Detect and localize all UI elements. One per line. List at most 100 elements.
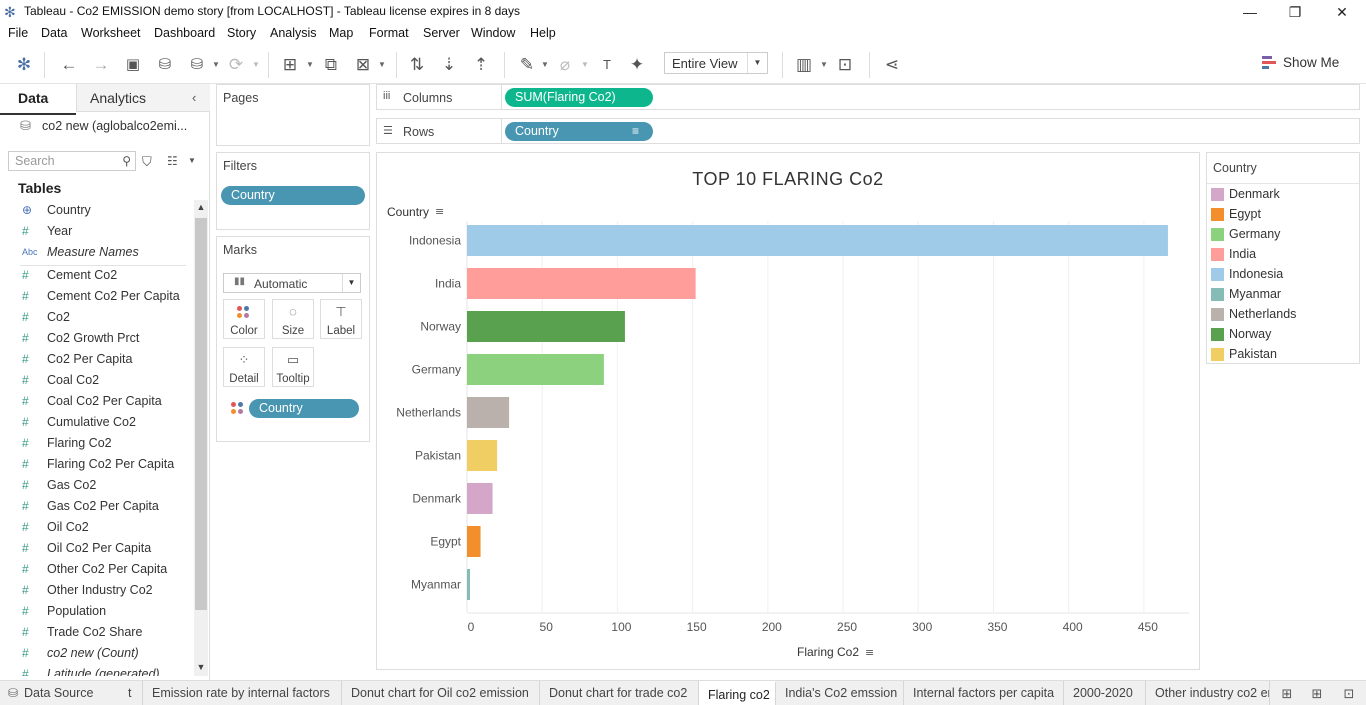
size-button[interactable]: ◌ Size — [272, 299, 314, 339]
label-button[interactable]: ⊤ Label — [320, 299, 362, 339]
chevron-down-icon[interactable]: ▼ — [212, 61, 220, 69]
bar[interactable] — [467, 354, 604, 385]
field-item-gas-co2[interactable]: # Gas Co2 — [0, 475, 194, 496]
field-item-co2-per-capita[interactable]: # Co2 Per Capita — [0, 349, 194, 370]
field-item-coal-co2-per-capita[interactable]: # Coal Co2 Per Capita — [0, 391, 194, 412]
pause-updates-icon[interactable]: ⛁ — [186, 54, 208, 76]
list-view-icon[interactable]: ☷ — [167, 154, 178, 168]
minimize-icon[interactable]: — — [1240, 2, 1260, 22]
swap-rows-columns-icon[interactable]: ⇅ — [406, 54, 428, 76]
bar-chart[interactable]: Country ≡ Indonesia India Norway Germany Nethe… — [377, 153, 1199, 669]
new-worksheet-icon[interactable]: ⊞ — [279, 54, 301, 76]
close-icon[interactable]: ✕ — [1332, 2, 1352, 22]
tab-donut-oil[interactable]: Donut chart for Oil co2 emission — [342, 681, 540, 705]
menu-server[interactable]: Server — [423, 26, 460, 40]
sort-descending-icon[interactable]: ⇡ — [470, 54, 492, 76]
view-canvas[interactable]: TOP 10 FLARING Co2 Country ≡ Indonesia Indi… — [376, 152, 1200, 670]
menu-analysis[interactable]: Analysis — [270, 26, 317, 40]
field-item-co2-new-count[interactable]: # co2 new (Count) — [0, 643, 194, 664]
tab-flaring-co2[interactable]: Flaring co2 — [699, 681, 776, 705]
chevron-down-icon[interactable]: ▼ — [378, 61, 386, 69]
tab-data[interactable]: Data — [18, 90, 48, 106]
duplicate-sheet-icon[interactable]: ⧉ — [320, 54, 342, 76]
legend-item[interactable]: Pakistan — [1211, 345, 1357, 363]
field-item-cement-co2-per-capita[interactable]: # Cement Co2 Per Capita — [0, 286, 194, 307]
restore-icon[interactable]: ❐ — [1285, 2, 1305, 22]
field-item-gas-co2-per-capita[interactable]: # Gas Co2 Per Capita — [0, 496, 194, 517]
tooltip-button[interactable]: ▭ Tooltip — [272, 347, 314, 387]
field-item-flaring-co2-per-capita[interactable]: # Flaring Co2 Per Capita — [0, 454, 194, 475]
share-icon[interactable]: ⋖ — [881, 54, 903, 76]
field-item-population[interactable]: # Population — [0, 601, 194, 622]
fix-axes-icon[interactable]: ✦ — [626, 54, 648, 76]
field-item-cumulative-co2[interactable]: # Cumulative Co2 — [0, 412, 194, 433]
legend-item[interactable]: Netherlands — [1211, 305, 1357, 323]
marks-pill-country[interactable]: Country — [249, 399, 359, 418]
columns-pill-flaring-co2[interactable]: SUM(Flaring Co2) — [505, 88, 653, 107]
field-item-flaring-co2[interactable]: # Flaring Co2 — [0, 433, 194, 454]
filters-card[interactable]: Filters Country — [216, 152, 370, 230]
tab-india-co2[interactable]: India's Co2 emssion — [776, 681, 904, 705]
legend-item[interactable]: Denmark — [1211, 185, 1357, 203]
legend-item[interactable]: Norway — [1211, 325, 1357, 343]
refresh-icon[interactable]: ⟳ — [225, 54, 247, 76]
legend-item[interactable]: Myanmar — [1211, 285, 1357, 303]
highlight-icon[interactable]: ✎ — [516, 54, 538, 76]
tab-sheet-truncated[interactable]: t — [118, 681, 143, 705]
field-item-other-co2-per-capita[interactable]: # Other Co2 Per Capita — [0, 559, 194, 580]
field-item-oil-co2-per-capita[interactable]: # Oil Co2 Per Capita — [0, 538, 194, 559]
redo-icon[interactable]: → — [90, 54, 112, 76]
new-story-icon[interactable]: ⊡ — [1338, 684, 1360, 704]
scroll-up-icon[interactable]: ▲ — [196, 202, 206, 212]
field-item-country[interactable]: ⊕ Country — [0, 200, 194, 221]
bar[interactable] — [467, 569, 471, 600]
sort-ascending-icon[interactable]: ⇣ — [438, 54, 460, 76]
chevron-down-icon[interactable]: ▼ — [188, 156, 196, 165]
filter-icon[interactable]: ⛉ — [142, 154, 152, 170]
legend-item[interactable]: India — [1211, 245, 1357, 263]
tab-2000-2020[interactable]: 2000-2020 — [1064, 681, 1146, 705]
menu-data[interactable]: Data — [41, 26, 67, 40]
collapse-pane-icon[interactable]: ‹ — [192, 90, 196, 105]
menu-dashboard[interactable]: Dashboard — [154, 26, 215, 40]
new-dashboard-icon[interactable]: ⊞ — [1306, 684, 1328, 704]
chevron-down-icon[interactable]: ▼ — [820, 61, 828, 69]
tab-other-industry[interactable]: Other industry co2 em — [1146, 681, 1270, 705]
field-item-trade-co2-share[interactable]: # Trade Co2 Share — [0, 622, 194, 643]
show-cards-icon[interactable]: ▥ — [793, 54, 815, 76]
undo-icon[interactable]: ← — [58, 54, 80, 76]
menu-file[interactable]: File — [8, 26, 28, 40]
field-list-scrollbar[interactable]: ▲ ▼ — [194, 200, 208, 676]
clear-sheet-icon[interactable]: ⊠ — [352, 54, 374, 76]
chevron-down-icon[interactable]: ▼ — [342, 274, 360, 292]
field-item-co2-growth-prct[interactable]: # Co2 Growth Prct — [0, 328, 194, 349]
bar[interactable] — [467, 225, 1168, 256]
chevron-down-icon[interactable]: ▼ — [306, 61, 314, 69]
bar[interactable] — [467, 268, 696, 299]
tab-donut-trade[interactable]: Donut chart for trade co2 — [540, 681, 699, 705]
rows-shelf[interactable]: ☰ Rows Country ≡ — [376, 118, 1360, 144]
color-legend[interactable]: Country Denmark Egypt Germany India Indonesi… — [1206, 152, 1360, 364]
bar[interactable] — [467, 483, 493, 514]
menu-story[interactable]: Story — [227, 26, 256, 40]
field-item-measure-names[interactable]: Abc Measure Names — [0, 242, 194, 263]
start-page-icon[interactable]: ✻ — [13, 54, 35, 76]
legend-item[interactable]: Indonesia — [1211, 265, 1357, 283]
columns-shelf[interactable]: iii Columns SUM(Flaring Co2) — [376, 84, 1360, 110]
tab-emission-rate[interactable]: Emission rate by internal factors — [143, 681, 342, 705]
search-input[interactable]: Search ⚲ — [8, 151, 136, 171]
menu-map[interactable]: Map — [329, 26, 353, 40]
menu-format[interactable]: Format — [369, 26, 409, 40]
field-item-other-industry-co2[interactable]: # Other Industry Co2 — [0, 580, 194, 601]
chevron-down-icon[interactable]: ▼ — [541, 61, 549, 69]
bar[interactable] — [467, 397, 510, 428]
scrollbar-thumb[interactable] — [195, 218, 207, 610]
datasource-item[interactable]: ⛁ co2 new (aglobalco2emi... — [20, 118, 206, 136]
field-item-coal-co2[interactable]: # Coal Co2 — [0, 370, 194, 391]
menu-window[interactable]: Window — [471, 26, 515, 40]
bar[interactable] — [467, 440, 498, 471]
scroll-down-icon[interactable]: ▼ — [196, 662, 206, 672]
presentation-mode-icon[interactable]: ⊡ — [834, 54, 856, 76]
tab-analytics[interactable]: Analytics — [90, 90, 146, 106]
fit-view-dropdown[interactable]: Entire View ▼ — [664, 52, 768, 74]
